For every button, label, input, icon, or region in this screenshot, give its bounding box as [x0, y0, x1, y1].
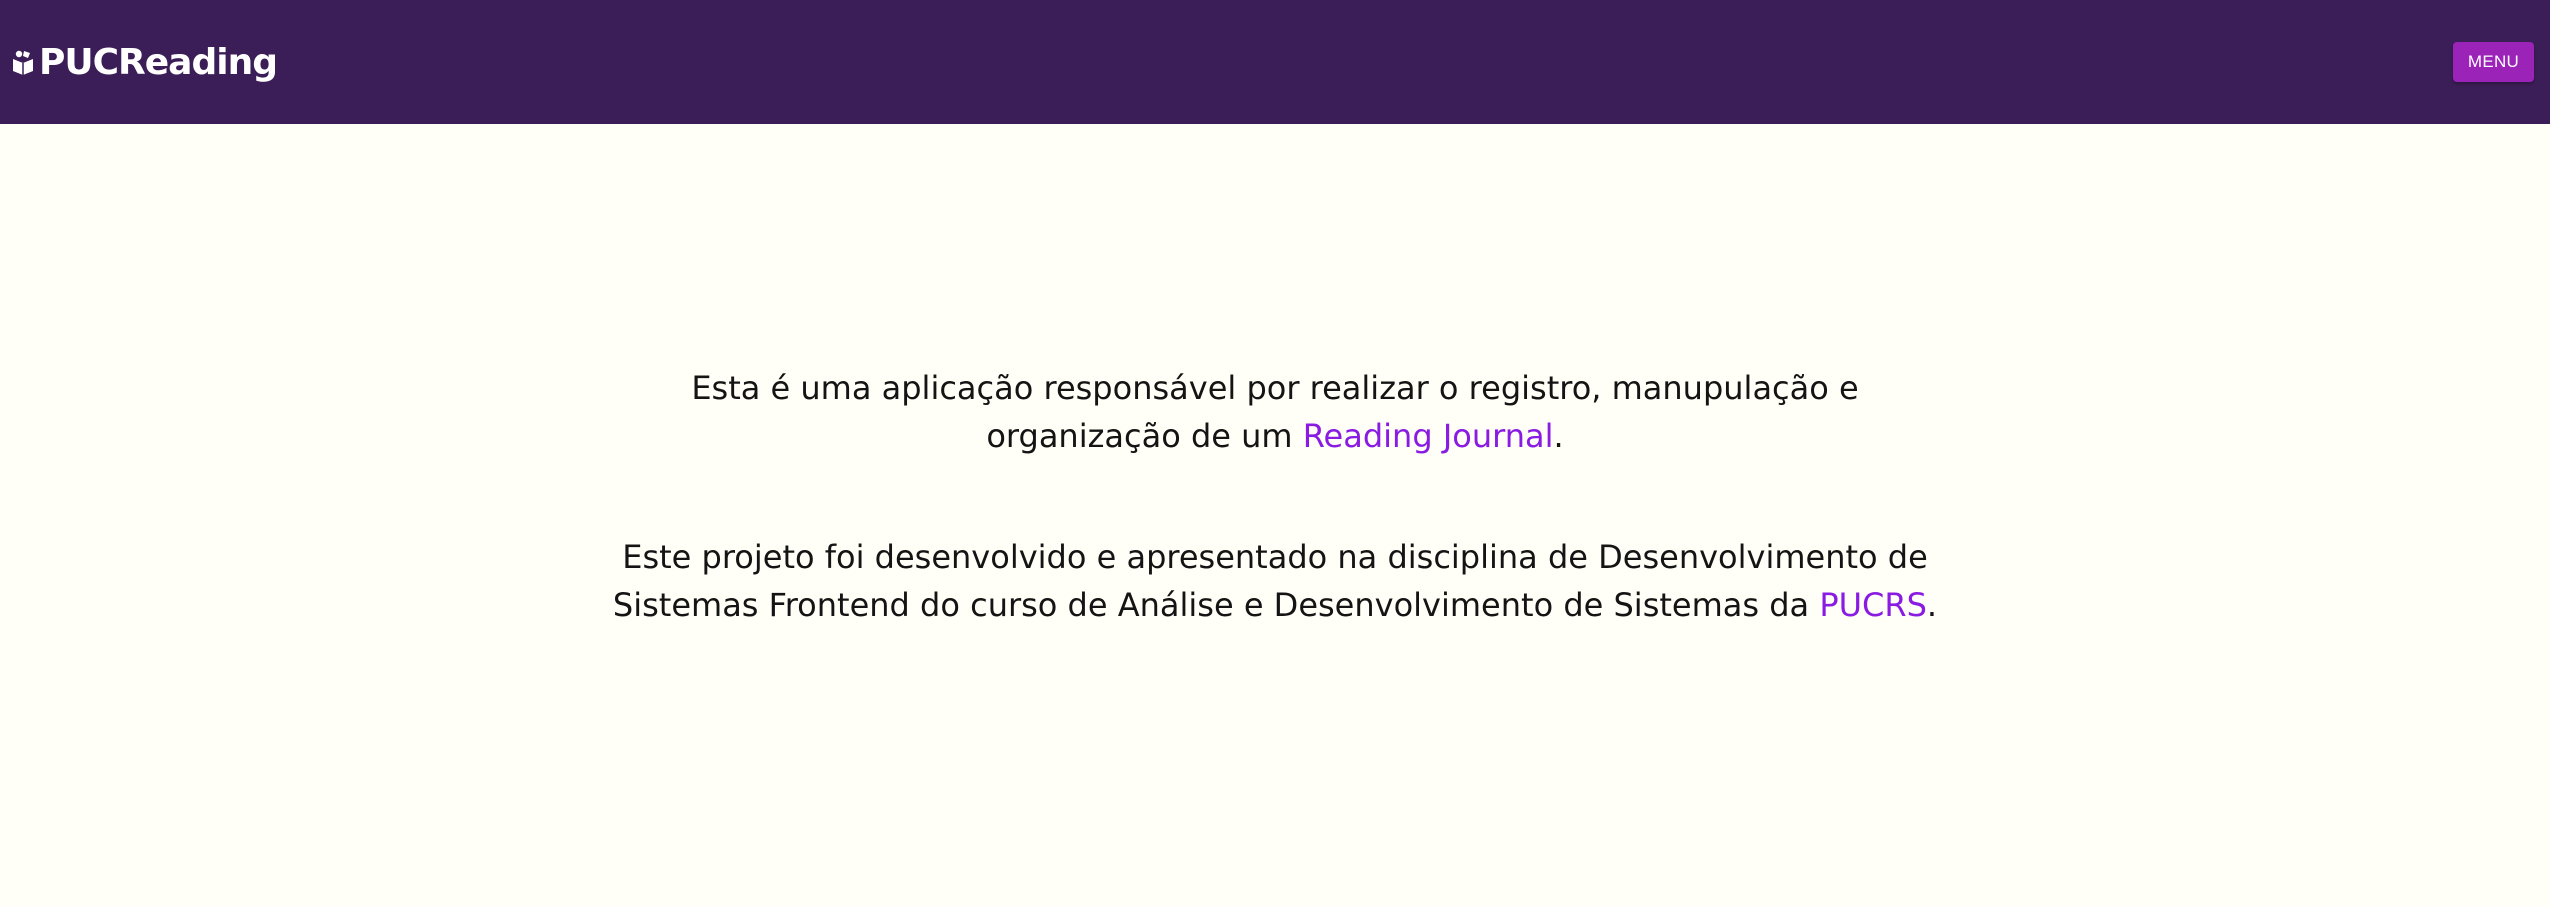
brand-name: PUCReading — [39, 41, 278, 83]
about-line-2-period: . — [1553, 417, 1564, 455]
project-line-2: Sistemas Frontend do curso de Análise e … — [0, 581, 2550, 629]
project-line-2-period: . — [1926, 586, 1938, 624]
reading-journal-link[interactable]: Reading Journal — [1303, 417, 1554, 455]
main-content: Esta é uma aplicação responsável por rea… — [0, 124, 2550, 906]
about-paragraph-project: Este projeto foi desenvolvido e apresent… — [0, 533, 2550, 629]
about-line-2-text: organização de um — [986, 417, 1303, 455]
top-app-bar: PUCReading MENU — [0, 0, 2550, 124]
menu-button[interactable]: MENU — [2453, 42, 2534, 82]
about-line-1: Esta é uma aplicação responsável por rea… — [691, 369, 1859, 407]
about-line-2: organização de um Reading Journal. — [0, 412, 2550, 460]
project-line-1: Este projeto foi desenvolvido e apresent… — [622, 538, 1928, 576]
project-line-2-text: Sistemas Frontend do curso de Análise e … — [612, 586, 1820, 624]
about-paragraph-description: Esta é uma aplicação responsável por rea… — [0, 364, 2550, 460]
pucrs-link[interactable]: PUCRS — [1819, 586, 1927, 624]
book-icon — [11, 49, 35, 75]
brand-logo-link[interactable]: PUCReading — [11, 41, 278, 83]
